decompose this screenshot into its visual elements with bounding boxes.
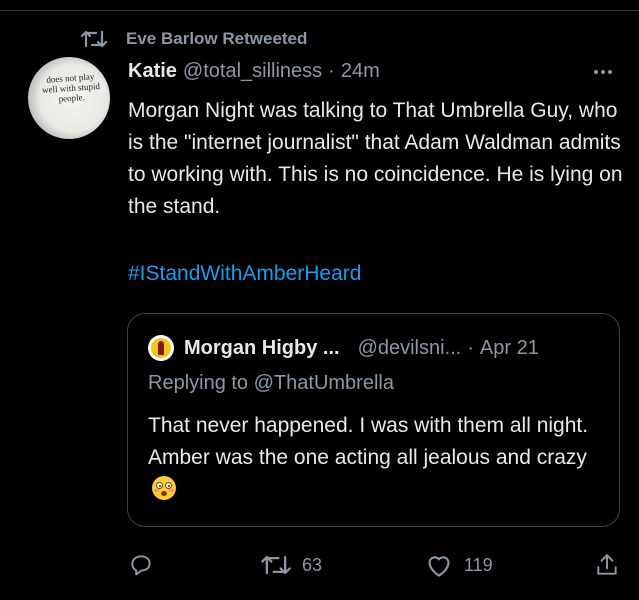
- retweet-icon: [260, 552, 292, 578]
- like-button[interactable]: 119: [424, 552, 493, 578]
- retweet-button[interactable]: 63: [260, 552, 322, 578]
- share-icon: [594, 552, 620, 578]
- author-name[interactable]: Katie: [128, 60, 177, 83]
- retweeted-by-label[interactable]: Eve Barlow Retweeted: [126, 29, 307, 49]
- quoted-tweet[interactable]: Morgan Higby ... @devilsni... · Apr 21 R…: [127, 313, 620, 527]
- quoted-author-handle: @devilsni...: [357, 336, 462, 359]
- share-button[interactable]: [594, 552, 630, 578]
- quoted-tweet-header: Morgan Higby ... @devilsni... · Apr 21: [148, 334, 539, 362]
- tweet-header: Katie @total_silliness · 24m: [128, 60, 380, 88]
- avatar[interactable]: does not play well with stupid people.: [28, 57, 110, 139]
- separator-dot: ·: [328, 60, 335, 82]
- quoted-tweet-text-block: That never happened. I was with them all…: [148, 410, 608, 506]
- retweet-banner[interactable]: Eve Barlow Retweeted: [80, 28, 307, 50]
- retweet-count: 63: [302, 554, 323, 575]
- tweet-actions: 63 119: [0, 552, 639, 582]
- flushed-face-icon: [152, 476, 176, 500]
- tweet-text: Morgan Night was talking to That Umbrell…: [128, 99, 623, 218]
- quoted-tweet-time: Apr 21: [479, 336, 539, 359]
- reply-icon: [128, 552, 154, 578]
- top-divider: [0, 0, 639, 11]
- reply-button[interactable]: [128, 552, 164, 578]
- replying-to-mention: @ThatUmbrella: [253, 372, 394, 394]
- avatar-badge-text: does not play well with stupid people.: [41, 71, 101, 104]
- quoted-author-name: Morgan Higby ...: [184, 336, 340, 359]
- retweet-icon: [80, 28, 110, 50]
- quoted-tweet-text: That never happened. I was with them all…: [148, 414, 589, 469]
- hashtag-link[interactable]: #IStandWithAmberHeard: [128, 258, 361, 290]
- more-options-icon[interactable]: [594, 70, 612, 74]
- quoted-avatar[interactable]: [148, 335, 174, 361]
- heart-icon: [424, 552, 454, 578]
- separator-dot: ·: [467, 336, 474, 359]
- replying-to-line: Replying to @ThatUmbrella: [148, 372, 394, 395]
- tweet-time[interactable]: 24m: [341, 60, 380, 83]
- like-count: 119: [464, 554, 493, 575]
- replying-prefix: Replying to: [148, 372, 249, 394]
- author-handle[interactable]: @total_silliness: [183, 60, 322, 83]
